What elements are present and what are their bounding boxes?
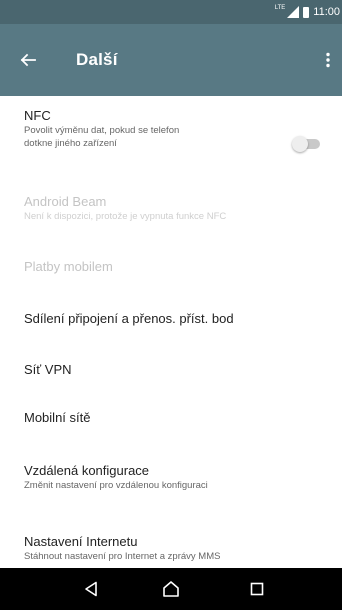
battery-icon [303, 6, 310, 18]
navigation-bar [0, 568, 342, 610]
setting-title: Sdílení připojení a přenos. příst. bod [24, 311, 234, 326]
setting-subtitle: dotkne jiného zařízení [24, 138, 117, 149]
setting-internet[interactable]: Nastavení Internetu Stáhnout nastavení p… [0, 488, 342, 568]
setting-mobile-payments: Platby mobilem [0, 232, 342, 280]
recents-icon [250, 582, 264, 596]
nav-home-button[interactable] [151, 574, 191, 604]
setting-android-beam: Android Beam Není k dispozici, protože j… [0, 182, 342, 232]
status-time: 11:00 [313, 6, 340, 18]
signal-icon [287, 6, 300, 18]
setting-title: Mobilní sítě [24, 410, 91, 425]
setting-subtitle: Stáhnout nastavení pro Internet a zprávy… [24, 551, 221, 562]
lte-icon: LTE [274, 5, 286, 11]
setting-nfc[interactable]: NFC Povolit výměnu dat, pokud se telefon… [0, 96, 342, 182]
setting-title: Android Beam [24, 194, 107, 209]
back-button[interactable] [14, 46, 42, 74]
setting-remote-config[interactable]: Vzdálená konfigurace Změnit nastavení pr… [0, 426, 342, 491]
nav-back-button[interactable] [71, 574, 111, 604]
nav-recents-button[interactable] [237, 574, 277, 604]
home-icon [163, 581, 179, 597]
arrow-left-icon [20, 53, 36, 67]
more-vert-icon [326, 52, 330, 68]
setting-title: NFC [24, 108, 51, 123]
app-bar: Další [0, 24, 342, 96]
setting-tethering[interactable]: Sdílení připojení a přenos. příst. bod [0, 280, 342, 330]
status-bar: LTE 11:00 [0, 0, 342, 24]
status-icons: LTE 11:00 [275, 4, 340, 20]
setting-title: Síť VPN [24, 362, 72, 377]
page-title: Další [76, 50, 118, 69]
back-triangle-icon [85, 581, 97, 597]
setting-title: Nastavení Internetu [24, 534, 138, 549]
setting-subtitle: Není k dispozici, protože je vypnuta fun… [24, 211, 227, 222]
setting-mobile-networks[interactable]: Mobilní sítě [0, 378, 342, 426]
nfc-toggle[interactable] [292, 136, 322, 152]
overflow-menu-button[interactable] [320, 46, 336, 74]
toggle-thumb [292, 136, 308, 152]
setting-title: Platby mobilem [24, 259, 113, 274]
setting-title: Vzdálená konfigurace [24, 463, 150, 478]
setting-vpn[interactable]: Síť VPN [0, 330, 342, 378]
setting-subtitle: Povolit výměnu dat, pokud se telefon [24, 125, 180, 136]
